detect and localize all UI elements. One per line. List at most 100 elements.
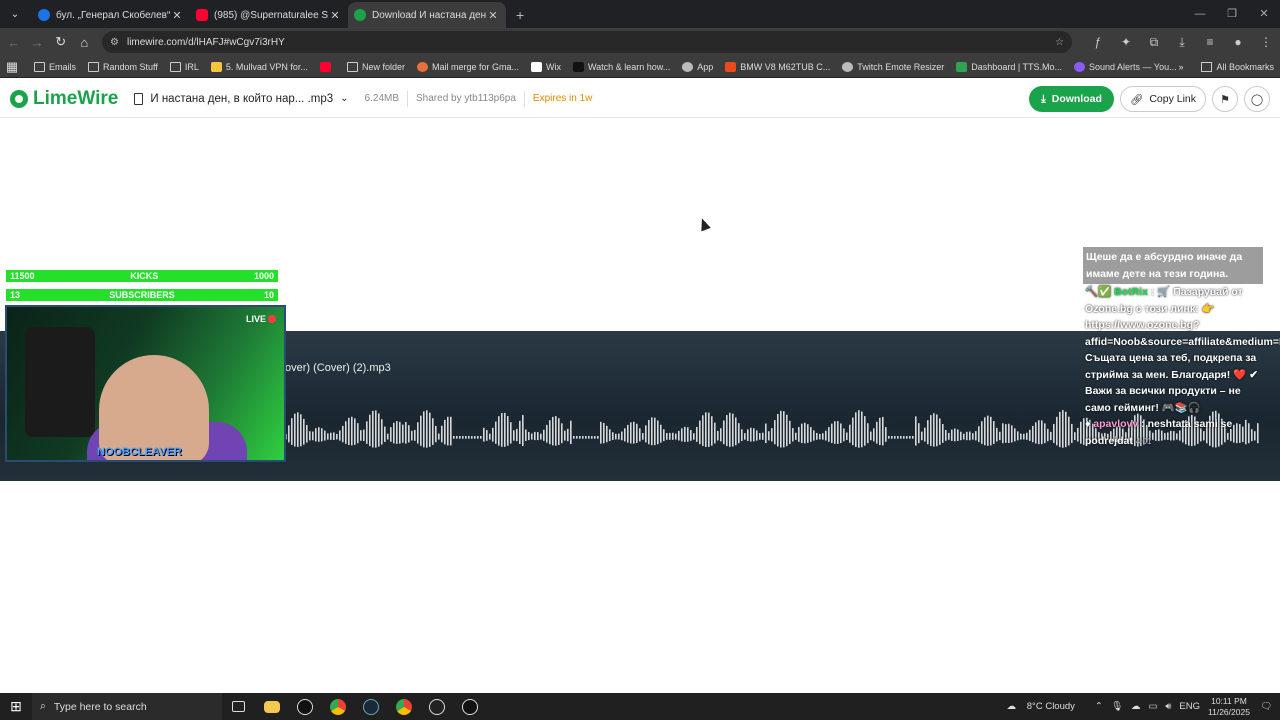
notifications-icon[interactable]: 🗨︎ — [1260, 701, 1272, 712]
obs-icon[interactable] — [420, 693, 453, 720]
tray-chevron-icon[interactable]: ⌃ — [1095, 701, 1103, 712]
mouse-cursor-icon — [697, 216, 711, 232]
downloads-icon[interactable]: ⤓ — [1168, 35, 1196, 50]
chrome-icon[interactable] — [387, 693, 420, 720]
bookmark-mullvad[interactable]: 5. Mullvad VPN for... — [210, 61, 308, 72]
limewire-header: LimeWire И настана ден, в който нар... .… — [0, 80, 1280, 118]
waveform-bar — [303, 418, 305, 445]
waveform-bar — [1002, 423, 1004, 444]
waveform-bar — [1011, 425, 1013, 443]
close-tab-icon[interactable]: ✕ — [486, 9, 500, 22]
waveform-bar — [930, 415, 932, 447]
waveform-bar — [906, 436, 908, 439]
kicks-current: 11500 — [10, 271, 35, 281]
bookmark-bmw[interactable]: BMW V8 M62TUB C... — [725, 61, 830, 72]
media-controls-icon[interactable]: ≡ — [1196, 35, 1224, 50]
tab-limewire[interactable]: Download И настана ден, в кой ✕ — [348, 2, 506, 28]
menu-kebab-icon[interactable]: ⋮ — [1252, 35, 1280, 50]
bookmark-emails[interactable]: Emails — [34, 61, 76, 72]
home-icon[interactable]: ⌂ — [73, 35, 97, 50]
forward-icon[interactable]: → — [26, 35, 50, 50]
extension-icon[interactable]: ƒ — [1084, 35, 1112, 50]
site-info-icon[interactable]: ⚙ — [110, 37, 119, 48]
address-bar[interactable]: ⚙ limewire.com/d/lHAFJ#wCgv7i3rHY ☆ — [102, 31, 1072, 53]
limewire-logo-icon — [10, 89, 28, 108]
comments-button[interactable]: ◯ — [1244, 86, 1270, 112]
waveform-bar — [327, 433, 329, 440]
bookmark-new-folder[interactable]: New folder — [346, 61, 405, 72]
file-selector[interactable]: И настана ден, в който нар... .mp3 ⌄ — [134, 92, 349, 105]
volume-icon[interactable]: 🔊︎ — [1165, 701, 1171, 712]
weather-widget[interactable]: ☁ 8°C Cloudy — [1007, 701, 1083, 712]
close-window-icon[interactable]: ✕ — [1248, 0, 1280, 28]
waveform-bar — [381, 419, 383, 445]
extension-icon[interactable]: ✦ — [1112, 35, 1140, 50]
toolbar-extensions: ƒ ✦ ⧉ ⤓ ≡ ● ⋮ — [1084, 35, 1280, 50]
bookmark-star-icon[interactable]: ☆ — [1055, 37, 1064, 48]
apps-grid-icon[interactable]: ▦ — [0, 59, 24, 75]
task-view-icon[interactable] — [222, 693, 255, 720]
waveform-bar — [819, 433, 821, 440]
new-tab-button[interactable]: + — [516, 7, 524, 23]
chrome-icon[interactable] — [321, 693, 354, 720]
bookmark-irl[interactable]: IRL — [169, 61, 199, 72]
windows-start-icon[interactable]: ⊞ — [0, 698, 32, 715]
close-tab-icon[interactable]: ✕ — [328, 9, 342, 22]
kicks-goal-bar: 11500 KICKS 1000 — [4, 268, 280, 284]
link-icon: 🔗︎ — [1129, 93, 1144, 106]
waveform-bar — [312, 431, 314, 441]
waveform-bar — [450, 416, 452, 446]
download-button[interactable]: ⤓ Download — [1029, 86, 1114, 112]
bookmark-twitch-emote[interactable]: Twitch Emote Resizer — [842, 61, 944, 72]
copy-link-button[interactable]: 🔗︎ Copy Link — [1120, 86, 1206, 112]
app-icon[interactable] — [288, 693, 321, 720]
waveform-bar — [798, 427, 800, 442]
waveform-bar — [753, 428, 755, 442]
clock[interactable]: 10:11 PM 11/26/2025 — [1208, 696, 1250, 718]
waveform-bar — [696, 426, 698, 442]
microphone-icon: 🎙︎ — [1110, 701, 1123, 712]
bookmark-app[interactable]: App — [682, 61, 713, 72]
taskbar-search[interactable]: ⌕ Type here to search — [32, 693, 222, 720]
minimize-icon[interactable]: — — [1184, 0, 1216, 28]
report-flag-button[interactable]: ⚑ — [1212, 86, 1238, 112]
streamer-name: NOOBCLEAVER — [97, 446, 182, 458]
browser-tab-strip: ⌄ бул. „Генерал Скобелев“ – Goo ✕ (985) … — [0, 0, 1280, 28]
tab-youtube[interactable]: (985) @Supernaturalee Stream ✕ — [190, 2, 348, 28]
bookmark-random-stuff[interactable]: Random Stuff — [88, 61, 158, 72]
bookmark-tts-dashboard[interactable]: Dashboard | TTS.Mo... — [956, 61, 1062, 72]
tab-search-button[interactable]: ⌄ — [2, 3, 28, 25]
language-indicator[interactable]: ENG — [1179, 701, 1200, 712]
reload-icon[interactable]: ↻ — [49, 34, 73, 50]
waveform-bar — [603, 422, 605, 444]
tab-google-maps[interactable]: бул. „Генерал Скобелев“ – Goo ✕ — [32, 2, 190, 28]
bookmark-sound-alerts[interactable]: Sound Alerts — You... — [1074, 61, 1177, 72]
bookmark-youtube[interactable] — [319, 61, 335, 72]
webcam-feed: LIVE NOOBCLEAVER — [5, 305, 286, 462]
restore-icon[interactable]: ❐ — [1216, 0, 1248, 28]
waveform-bar — [975, 431, 977, 441]
close-tab-icon[interactable]: ✕ — [170, 9, 184, 22]
waveform-bar — [471, 436, 473, 439]
chevron-right-icon[interactable]: » — [1178, 62, 1183, 72]
steam-icon[interactable] — [354, 693, 387, 720]
limewire-logo[interactable]: LimeWire — [10, 88, 118, 110]
extensions-puzzle-icon[interactable]: ⧉ — [1140, 35, 1168, 50]
profile-avatar-icon[interactable]: ● — [1224, 35, 1252, 50]
waveform-bar — [666, 433, 668, 440]
waveform-bar — [714, 422, 716, 444]
bookmark-mail-merge[interactable]: Mail merge for Gma... — [416, 61, 519, 72]
back-icon[interactable]: ← — [2, 35, 26, 50]
all-bookmarks-link[interactable]: All Bookmarks — [1216, 62, 1274, 72]
waveform-bar — [1059, 411, 1061, 448]
search-icon: ⌕ — [40, 700, 46, 712]
app-icon[interactable] — [453, 693, 486, 720]
bookmark-watch-learn[interactable]: Watch & learn how... — [573, 61, 670, 72]
waveform-bar — [501, 413, 503, 447]
waveform-bar — [396, 421, 398, 444]
file-explorer-icon[interactable] — [255, 693, 288, 720]
bookmark-wix[interactable]: Wix — [531, 61, 561, 72]
waveform-bar — [744, 433, 746, 440]
waveform-bar — [843, 428, 845, 442]
waveform-bar — [657, 420, 659, 445]
